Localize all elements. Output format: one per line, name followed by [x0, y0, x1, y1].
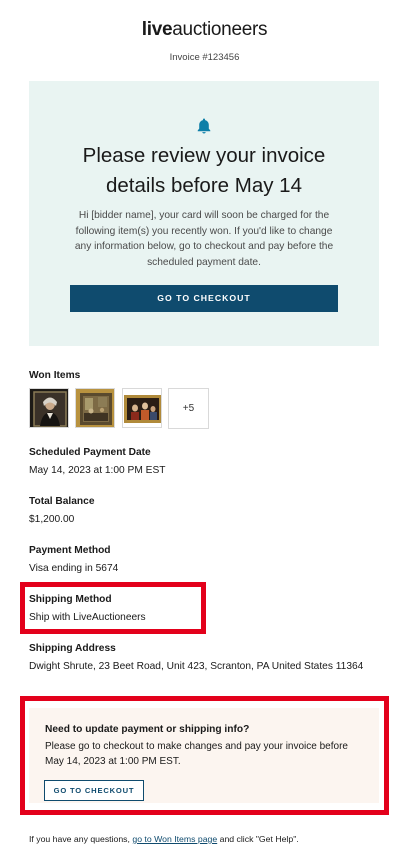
bell-icon — [197, 118, 211, 134]
shipping-method-label: Shipping Method — [29, 594, 112, 605]
notice-text: Please go to checkout to make changes an… — [45, 741, 348, 767]
review-invoice-banner: Please review your invoice details befor… — [29, 81, 379, 346]
liveauctioneers-logo[interactable]: liveauctioneers — [0, 18, 409, 42]
notice-checkout-button[interactable]: GO TO CHECKOUT — [44, 780, 144, 801]
banner-title: Please review your invoice details befor… — [82, 144, 326, 197]
payment-method-section: Payment Method Visa ending in 5674 — [29, 544, 118, 577]
shipping-method-section: Shipping Method Ship with LiveAuctioneer… — [29, 593, 146, 626]
shipping-address-label: Shipping Address — [29, 643, 116, 654]
payment-method-label: Payment Method — [29, 545, 111, 556]
update-info-notice: Need to update payment or shipping info?… — [29, 708, 379, 803]
payment-method-value: Visa ending in 5674 — [29, 563, 119, 574]
notice-title: Need to update payment or shipping info? — [45, 724, 250, 735]
email-header: liveauctioneers Invoice #123456 — [0, 0, 409, 63]
won-item-thumbnail-interior[interactable] — [75, 388, 115, 428]
total-balance-section: Total Balance $1,200.00 — [29, 495, 94, 528]
total-balance-label: Total Balance — [29, 496, 95, 507]
go-to-checkout-button[interactable]: GO TO CHECKOUT — [70, 285, 338, 312]
won-items-label: Won Items — [29, 370, 81, 381]
more-items-count[interactable]: +5 — [168, 388, 209, 429]
scheduled-payment-label: Scheduled Payment Date — [29, 447, 151, 458]
scheduled-payment-section: Scheduled Payment Date May 14, 2023 at 1… — [29, 446, 165, 479]
invoice-number: Invoice #123456 — [169, 52, 240, 63]
footer-help-text: If you have any questions, go to Won Ite… — [29, 834, 299, 844]
won-items-page-link[interactable]: go to Won Items page — [132, 834, 217, 844]
shipping-address-value: Dwight Shrute, 23 Beet Road, Unit 423, S… — [29, 661, 364, 672]
won-item-thumbnail-portrait[interactable] — [29, 388, 69, 428]
won-item-thumbnail-scene[interactable] — [122, 388, 162, 428]
shipping-address-section: Shipping Address Dwight Shrute, 23 Beet … — [29, 642, 374, 675]
won-items-section: Won Items — [29, 369, 80, 382]
shipping-method-value: Ship with LiveAuctioneers — [29, 612, 146, 623]
total-balance-value: $1,200.00 — [29, 514, 75, 525]
scheduled-payment-value: May 14, 2023 at 1:00 PM EST — [29, 465, 166, 476]
banner-message: Hi [bidder name], your card will soon be… — [74, 210, 334, 268]
